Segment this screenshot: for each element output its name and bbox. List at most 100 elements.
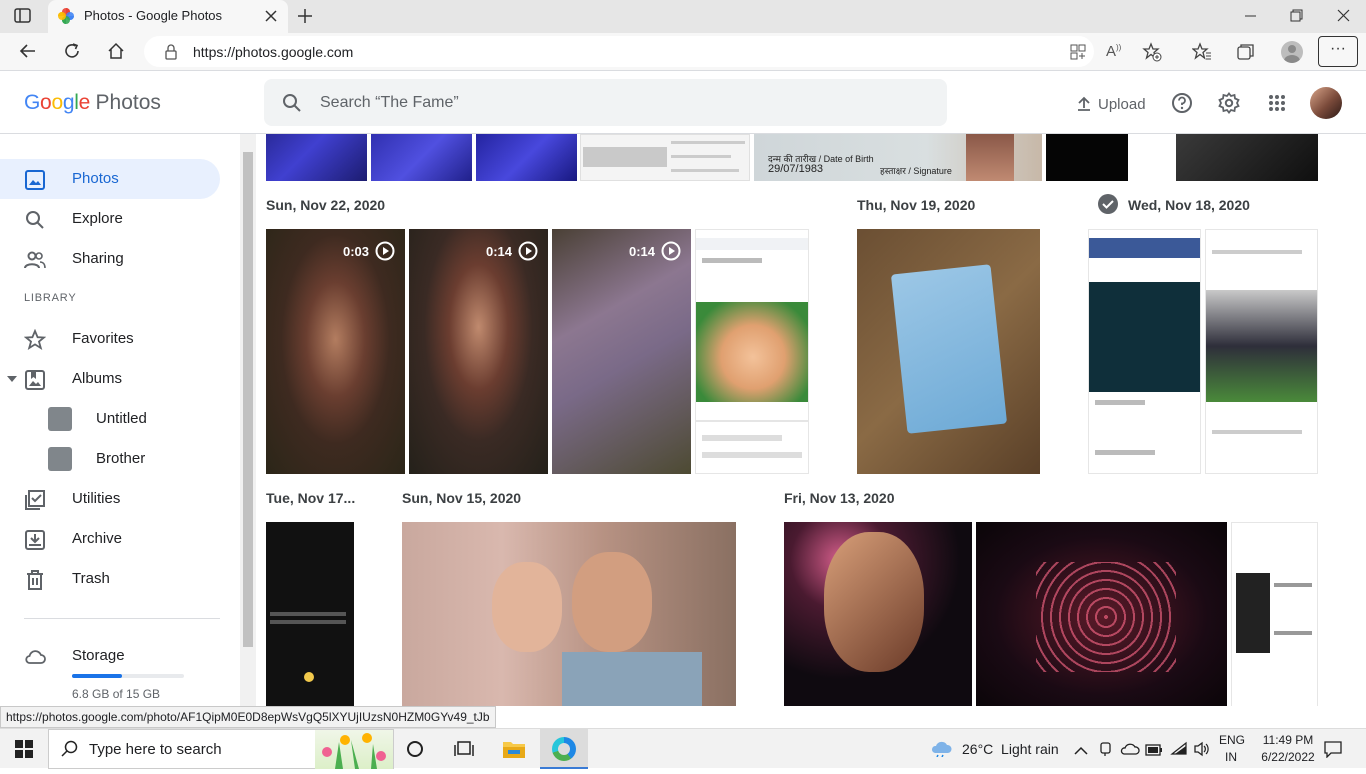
id-dob-value: 29/07/1983	[768, 163, 824, 175]
search-bar[interactable]: Search “The Fame”	[264, 79, 947, 126]
sidebar-item-archive[interactable]: Archive	[0, 519, 220, 559]
sidebar-item-sharing[interactable]: Sharing	[0, 239, 220, 279]
apps-grid-icon[interactable]	[1268, 94, 1286, 112]
taskbar-search-placeholder: Type here to search	[89, 741, 222, 758]
video-thumbnail[interactable]: 0:03	[266, 229, 405, 474]
restore-icon[interactable]	[1290, 9, 1304, 23]
new-tab-icon[interactable]	[296, 7, 314, 25]
cortana-icon[interactable]	[407, 741, 423, 757]
tab-actions-icon[interactable]	[14, 8, 32, 24]
photo-thumbnail-pan-card[interactable]	[857, 229, 1040, 474]
sidebar-divider	[24, 618, 220, 619]
sidebar-item-trash[interactable]: Trash	[0, 559, 220, 599]
profile-avatar-icon[interactable]	[1281, 41, 1303, 63]
read-aloud-icon[interactable]: A))	[1106, 43, 1124, 61]
sidebar-item-album-brother[interactable]: Brother	[0, 439, 220, 479]
scrollbar-thumb[interactable]	[243, 152, 253, 647]
photo-thumbnail-screenshot[interactable]	[1205, 229, 1318, 474]
app-header: Google Photos Search “The Fame” Upload	[0, 71, 1366, 134]
logo-google: Google	[24, 91, 90, 114]
photo-thumbnail[interactable]	[976, 522, 1227, 706]
back-button[interactable]	[13, 36, 43, 66]
upload-button[interactable]: Upload	[1076, 93, 1146, 115]
photo-thumbnail-screenshot[interactable]	[1231, 522, 1318, 706]
minimize-icon[interactable]	[1244, 8, 1258, 22]
play-icon	[375, 241, 395, 261]
wifi-icon[interactable]	[1170, 741, 1188, 757]
trash-icon	[27, 570, 43, 590]
close-window-icon[interactable]	[1337, 9, 1351, 23]
photo-thumbnail[interactable]	[266, 134, 367, 181]
video-thumbnail[interactable]: 0:14	[552, 229, 691, 474]
meet-now-icon[interactable]	[1098, 741, 1114, 757]
photo-thumbnail-screenshot[interactable]	[1088, 229, 1201, 474]
lock-icon[interactable]	[164, 44, 178, 60]
sidebar-item-favorites[interactable]: Favorites	[0, 319, 220, 359]
photo-thumbnail[interactable]	[1176, 134, 1318, 181]
close-tab-icon[interactable]	[264, 9, 278, 23]
sidebar-scrollbar[interactable]	[240, 134, 256, 706]
photo-thumbnail-screenshot[interactable]	[266, 522, 354, 706]
storage-progress-fill	[72, 674, 123, 678]
people-icon	[24, 251, 46, 269]
photo-thumbnail[interactable]	[476, 134, 577, 181]
settings-gear-icon[interactable]	[1218, 92, 1240, 114]
clock-date[interactable]: 6/22/2022	[1255, 750, 1321, 764]
favorites-icon[interactable]	[1191, 42, 1212, 62]
sidebar-item-label: Archive	[72, 530, 123, 547]
photo-thumbnail[interactable]	[402, 522, 736, 706]
id-signature-label: हस्ताक्षर / Signature	[880, 166, 952, 176]
onedrive-cloud-icon[interactable]	[1120, 742, 1140, 756]
add-favorite-icon[interactable]	[1142, 42, 1162, 62]
photo-thumbnail-screenshot[interactable]	[695, 229, 809, 474]
video-thumbnail[interactable]: 0:14	[409, 229, 548, 474]
storage-progress-bar	[72, 674, 184, 678]
home-button[interactable]	[101, 36, 131, 66]
browser-tab-bar: Photos - Google Photos	[0, 0, 1366, 33]
sidebar-item-photos[interactable]: Photos	[0, 159, 220, 199]
album-thumb	[48, 447, 72, 471]
search-icon[interactable]	[282, 93, 302, 113]
language-bottom[interactable]: IN	[1225, 750, 1237, 764]
show-hidden-icons-chevron-icon[interactable]	[1074, 743, 1088, 755]
task-view-icon[interactable]	[454, 740, 474, 758]
weather-text[interactable]: 26°C Light rain	[962, 741, 1059, 757]
sidebar-item-storage[interactable]: Storage	[0, 636, 220, 676]
weather-rain-icon[interactable]	[930, 741, 954, 758]
taskbar-search-box[interactable]: Type here to search	[48, 729, 394, 769]
video-duration: 0:03	[343, 241, 395, 261]
clock-time[interactable]: 11:49 PM	[1260, 733, 1316, 747]
photo-thumbnail-id-card[interactable]: दन्म की तारीख / Date of Birth 29/07/1983…	[754, 134, 1042, 181]
collections-icon[interactable]	[1236, 42, 1256, 62]
file-explorer-icon[interactable]	[502, 738, 526, 760]
edge-browser-icon[interactable]	[540, 729, 588, 769]
help-icon[interactable]	[1171, 92, 1193, 114]
photo-thumbnail[interactable]	[580, 134, 750, 181]
apps-available-icon[interactable]	[1070, 44, 1086, 60]
video-duration: 0:14	[486, 241, 538, 261]
refresh-button[interactable]	[57, 36, 87, 66]
date-header: Tue, Nov 17...	[266, 490, 356, 506]
search-icon	[61, 740, 79, 758]
google-photos-logo[interactable]: Google Photos	[24, 91, 161, 115]
date-header: Fri, Nov 13, 2020	[784, 490, 895, 506]
account-avatar[interactable]	[1310, 87, 1342, 119]
start-windows-icon[interactable]	[15, 740, 33, 758]
notifications-icon[interactable]	[1324, 740, 1342, 759]
sidebar-item-albums[interactable]: Albums	[0, 359, 220, 399]
settings-more-button[interactable]: ···	[1318, 36, 1358, 67]
photo-thumbnail[interactable]	[371, 134, 472, 181]
sidebar-item-label: Favorites	[72, 330, 134, 347]
sidebar-item-utilities[interactable]: Utilities	[0, 479, 220, 519]
photo-thumbnail[interactable]	[1046, 134, 1128, 181]
browser-tab[interactable]: Photos - Google Photos	[48, 0, 288, 33]
url-field[interactable]: https://photos.google.com	[144, 36, 1094, 67]
language-top[interactable]: ENG	[1219, 733, 1245, 747]
sidebar-item-explore[interactable]: Explore	[0, 199, 220, 239]
photo-thumbnail[interactable]	[784, 522, 972, 706]
battery-icon[interactable]	[1145, 743, 1163, 756]
select-check-icon[interactable]	[1098, 194, 1118, 214]
volume-icon[interactable]	[1193, 741, 1211, 757]
expand-caret-icon[interactable]	[7, 376, 17, 382]
sidebar-item-album-untitled[interactable]: Untitled	[0, 399, 220, 439]
